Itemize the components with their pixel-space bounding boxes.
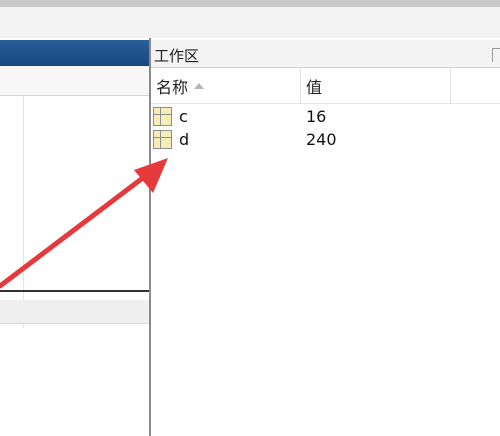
workspace-title: 工作区 — [154, 47, 200, 65]
column-header-value-label: 值 — [306, 78, 323, 97]
workspace-panel: 工作区 名称 值 c 16 d 240 — [151, 38, 500, 436]
left-panel-toolbar — [0, 66, 150, 96]
left-panel-separator — [0, 290, 150, 292]
variable-row-c[interactable]: c 16 — [151, 106, 500, 127]
column-header-name[interactable]: 名称 — [153, 68, 301, 104]
variable-value: 16 — [306, 107, 327, 126]
panel-menu-icon[interactable] — [492, 48, 500, 62]
left-lower-panel-header — [0, 300, 150, 324]
variable-value: 240 — [306, 130, 337, 149]
toolbar-strip — [0, 7, 500, 38]
workspace-header: 工作区 — [151, 40, 500, 68]
left-panel-titlebar — [0, 40, 150, 66]
variable-row-d[interactable]: d 240 — [151, 129, 500, 150]
column-header-value[interactable]: 值 — [301, 68, 451, 104]
matrix-icon — [153, 130, 172, 149]
variable-name: c — [179, 107, 188, 126]
window-top-band — [0, 0, 500, 7]
left-column-divider — [23, 96, 24, 328]
sort-ascending-icon — [194, 83, 205, 89]
variable-name: d — [179, 130, 190, 149]
column-header-name-label: 名称 — [156, 78, 189, 97]
left-panel — [0, 38, 150, 436]
column-header-row: 名称 值 — [151, 68, 500, 104]
matrix-icon — [153, 107, 172, 126]
